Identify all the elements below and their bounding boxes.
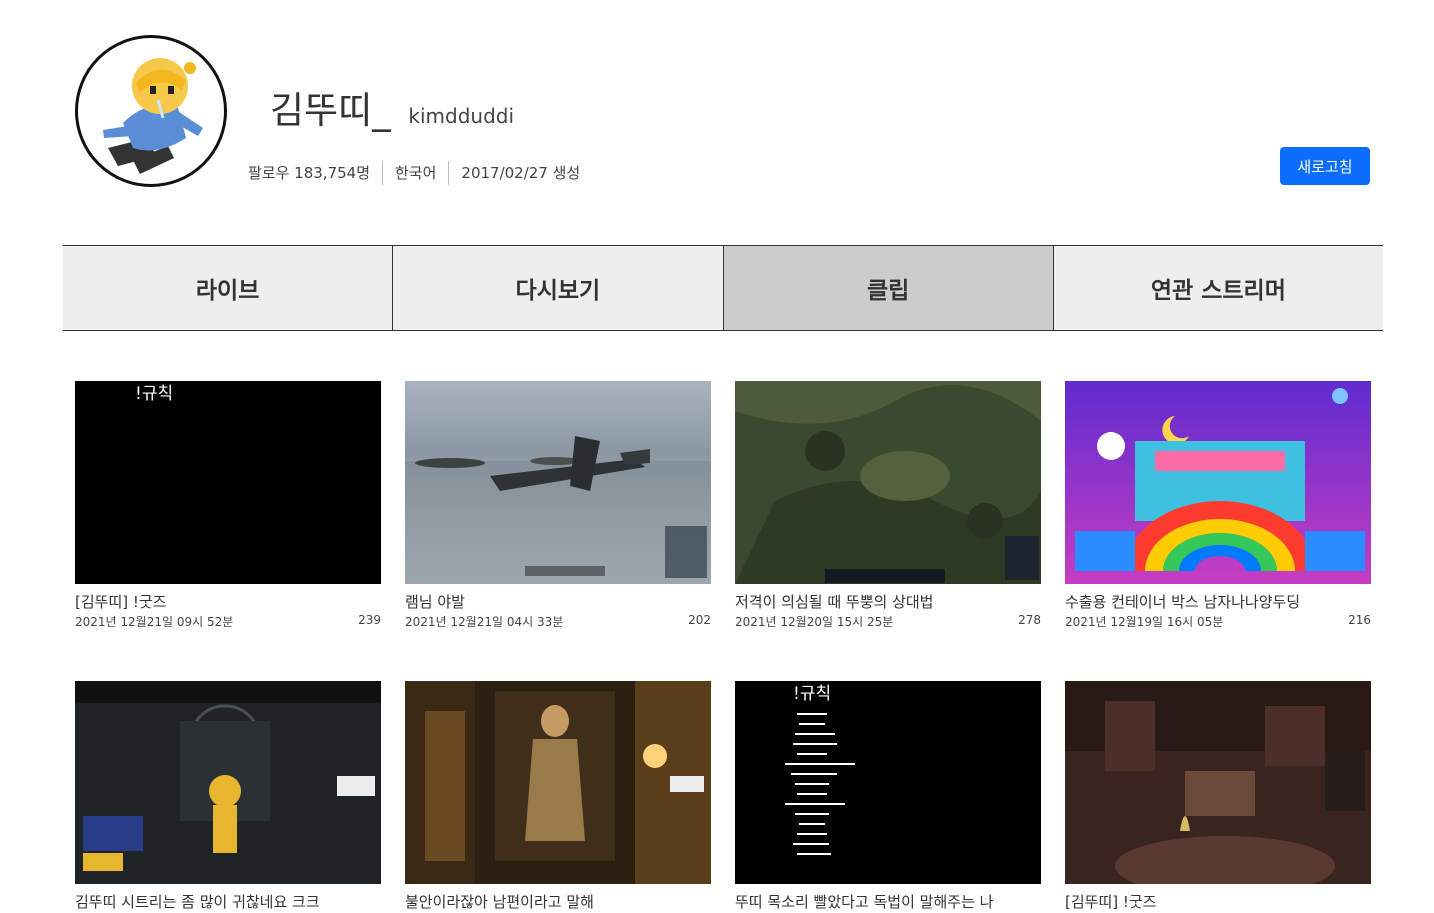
clip-thumbnail[interactable] xyxy=(1065,681,1371,884)
clip-views: 216 xyxy=(1348,613,1371,627)
clip-date: 2021년 12월21일 09시 52분 xyxy=(75,615,234,629)
clip-card[interactable]: 저격이 의심될 때 뚜뿡의 상대법 2021년 12월20일 15시 25분 2… xyxy=(735,381,1041,630)
clip-views: 239 xyxy=(358,613,381,627)
clip-thumbnail[interactable] xyxy=(405,681,711,884)
clip-card[interactable]: 김뚜띠 시트리는 좀 많이 귀찮네요 크크 xyxy=(75,681,381,913)
clip-title[interactable]: 뚜띠 목소리 빨았다고 독법이 말해주는 나 xyxy=(735,891,1041,911)
clip-views: 278 xyxy=(1018,613,1041,627)
tab-live[interactable]: 라이브 xyxy=(63,246,394,330)
clip-card[interactable]: 램님 야발 2021년 12월21일 04시 33분 202 xyxy=(405,381,711,630)
channel-display-name: 김뚜띠_ kimdduddi xyxy=(270,92,514,129)
thumbnail-text: !규칙 xyxy=(793,684,831,704)
clip-title[interactable]: 김뚜띠 시트리는 좀 많이 귀찮네요 크크 xyxy=(75,891,381,911)
clip-card[interactable]: [김뚜띠] !굿즈 xyxy=(1065,681,1371,913)
clip-views: 202 xyxy=(688,613,711,627)
follower-count: 팔로우 183,754명 xyxy=(248,161,383,185)
tab-related-streamers[interactable]: 연관 스트리머 xyxy=(1053,246,1383,330)
clip-card[interactable]: 수출용 컨테이너 박스 남자나나양두딩 2021년 12월19일 16시 05분… xyxy=(1065,381,1371,630)
channel-created-date: 2017/02/27 생성 xyxy=(461,164,581,182)
channel-language: 한국어 xyxy=(383,161,450,185)
display-name-text: 김뚜띠_ xyxy=(270,89,391,132)
clip-thumbnail[interactable] xyxy=(75,681,381,884)
channel-avatar xyxy=(75,35,227,187)
refresh-button[interactable]: 새로고침 xyxy=(1280,147,1370,185)
clip-card[interactable]: !규칙 [김뚜띠] !굿즈 2021년 12월21일 09시 52분 239 xyxy=(75,381,381,630)
clip-thumbnail[interactable] xyxy=(1065,381,1371,584)
clip-title[interactable]: 램님 야발 xyxy=(405,591,711,611)
clip-title[interactable]: [김뚜띠] !굿즈 xyxy=(75,591,381,611)
clip-title[interactable]: 저격이 의심될 때 뚜뿡의 상대법 xyxy=(735,591,1041,611)
tab-replays[interactable]: 다시보기 xyxy=(393,246,724,330)
channel-login-name: kimdduddi xyxy=(408,104,515,128)
clip-thumbnail[interactable] xyxy=(735,381,1041,584)
clip-title[interactable]: [김뚜띠] !굿즈 xyxy=(1065,891,1371,911)
clip-title[interactable]: 불안이라잖아 남편이라고 말해 xyxy=(405,891,711,911)
clip-thumbnail[interactable]: !규칙 xyxy=(75,381,381,584)
channel-tabs: 라이브 다시보기 클립 연관 스트리머 xyxy=(63,245,1383,331)
clip-thumbnail[interactable]: !규칙 xyxy=(735,681,1041,884)
clip-date: 2021년 12월19일 16시 05분 xyxy=(1065,615,1224,629)
tab-clips[interactable]: 클립 xyxy=(723,246,1054,330)
clip-card[interactable]: !규칙 뚜띠 목소리 빨았다고 독법이 말해주는 나 xyxy=(735,681,1041,913)
clip-date: 2021년 12월20일 15시 25분 xyxy=(735,615,894,629)
thumbnail-text: !규칙 xyxy=(135,384,173,404)
clip-date: 2021년 12월21일 04시 33분 xyxy=(405,615,564,629)
channel-meta: 팔로우 183,754명 한국어 2017/02/27 생성 xyxy=(248,160,592,186)
clip-thumbnail[interactable] xyxy=(405,381,711,584)
clip-title[interactable]: 수출용 컨테이너 박스 남자나나양두딩 xyxy=(1065,591,1371,611)
clip-card[interactable]: 불안이라잖아 남편이라고 말해 xyxy=(405,681,711,913)
